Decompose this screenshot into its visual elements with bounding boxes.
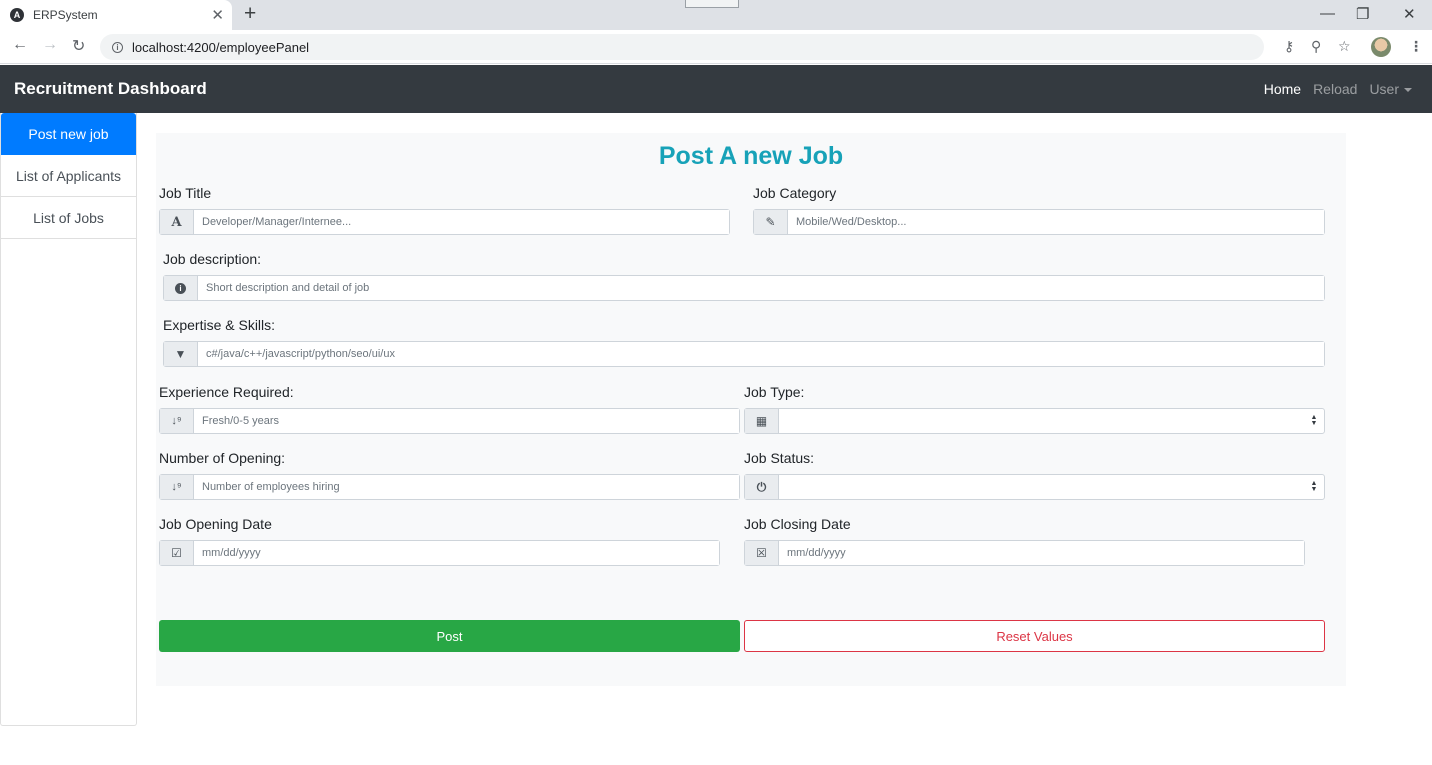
post-job-form: Post A new Job Job Title A Job Category …	[156, 133, 1346, 686]
opening-date-label: Job Opening Date	[159, 516, 272, 532]
calendar-x-icon: ☒	[745, 541, 779, 565]
reload-icon[interactable]: ↻	[72, 36, 85, 56]
expertise-group: ▼	[163, 341, 1325, 367]
job-status-select[interactable]	[779, 475, 1304, 499]
sidebar: Post new job List of Applicants List of …	[0, 113, 137, 726]
address-bar[interactable]: i localhost:4200/employeePanel	[100, 34, 1264, 60]
page-title: Post A new Job	[658, 142, 844, 170]
expertise-label: Expertise & Skills:	[163, 317, 276, 333]
window-drag-handle[interactable]	[685, 0, 739, 8]
job-description-label: Job description:	[163, 251, 262, 267]
maximize-icon[interactable]: ❐	[1356, 5, 1369, 23]
opening-date-group: ☑ mm/dd/yyyy	[159, 540, 720, 566]
font-icon: A	[160, 210, 194, 234]
job-description-input[interactable]	[198, 276, 1324, 300]
job-type-group: ▦ ▲ ▼	[744, 408, 1325, 434]
sort-numeric-icon: ↓⁹	[160, 475, 194, 499]
closing-date-placeholder: mm/dd/yyyy	[787, 547, 846, 559]
openings-group: ↓⁹	[159, 474, 740, 500]
post-button[interactable]: Post	[159, 620, 740, 652]
star-icon[interactable]: ☆	[1338, 38, 1351, 55]
job-title-input[interactable]	[194, 210, 729, 234]
job-description-group: i	[163, 275, 1325, 301]
forward-arrow-icon[interactable]: →	[42, 36, 58, 54]
nav-user-dropdown[interactable]: User	[1369, 81, 1412, 97]
job-status-label: Job Status:	[744, 450, 815, 466]
job-category-label: Job Category	[753, 185, 837, 201]
power-icon: ⏻	[745, 475, 779, 499]
experience-group: ↓⁹	[159, 408, 740, 434]
nav-reload-link[interactable]: Reload	[1313, 81, 1357, 97]
browser-toolbar: ← → ↻ i localhost:4200/employeePanel ⚷ ⚲…	[0, 30, 1432, 64]
tab-title: ERPSystem	[33, 8, 98, 22]
sort-numeric-icon: ↓⁹	[160, 409, 194, 433]
closing-date-group: ☒ mm/dd/yyyy	[744, 540, 1305, 566]
browser-tabstrip: A ERPSystem ✕ + — ❐ ✕	[0, 0, 1432, 30]
url-text: localhost:4200/employeePanel	[132, 39, 310, 55]
brand-title[interactable]: Recruitment Dashboard	[14, 79, 207, 99]
job-status-group: ⏻ ▲ ▼	[744, 474, 1325, 500]
expertise-input[interactable]	[198, 342, 1324, 366]
calendar-check-icon: ☑	[160, 541, 194, 565]
sidebar-item-post-new-job[interactable]: Post new job	[1, 113, 136, 155]
experience-input[interactable]	[194, 409, 739, 433]
more-vert-icon[interactable]: ⋮	[1409, 38, 1423, 55]
caret-down-icon	[1404, 88, 1412, 93]
nav-home-link[interactable]: Home	[1264, 81, 1301, 97]
info-icon[interactable]: i	[112, 41, 123, 53]
close-window-icon[interactable]: ✕	[1403, 5, 1416, 23]
job-title-group: A	[159, 209, 730, 235]
info-circle-icon: i	[164, 276, 198, 300]
avatar[interactable]	[1371, 37, 1391, 57]
job-title-label: Job Title	[159, 185, 212, 201]
job-type-select[interactable]	[779, 409, 1304, 433]
closing-date-input[interactable]: mm/dd/yyyy	[779, 541, 1304, 565]
reset-values-button[interactable]: Reset Values	[744, 620, 1325, 652]
plus-icon[interactable]: +	[244, 2, 256, 26]
app-navbar: Recruitment Dashboard Home Reload User	[0, 65, 1432, 113]
nav-user-label: User	[1369, 81, 1399, 97]
closing-date-label: Job Closing Date	[744, 516, 851, 532]
openings-input[interactable]	[194, 475, 739, 499]
back-arrow-icon[interactable]: ←	[12, 36, 28, 54]
openings-label: Number of Opening:	[159, 450, 286, 466]
select-arrows-icon: ▲ ▼	[1310, 414, 1318, 427]
calendar-icon: ▦	[745, 409, 779, 433]
browser-tab[interactable]: A ERPSystem ✕	[0, 0, 232, 30]
opening-date-input[interactable]: mm/dd/yyyy	[194, 541, 719, 565]
edit-icon: ✎	[754, 210, 788, 234]
zoom-icon[interactable]: ⚲	[1311, 38, 1321, 55]
experience-label: Experience Required:	[159, 384, 294, 400]
filter-icon: ▼	[164, 342, 198, 366]
minimize-icon[interactable]: —	[1320, 5, 1335, 22]
job-category-group: ✎	[753, 209, 1325, 235]
key-icon[interactable]: ⚷	[1284, 38, 1294, 55]
sidebar-item-list-of-jobs[interactable]: List of Jobs	[1, 197, 136, 239]
navbar-links: Home Reload User	[1264, 65, 1412, 113]
job-type-label: Job Type:	[744, 384, 805, 400]
sidebar-item-list-of-applicants[interactable]: List of Applicants	[1, 155, 136, 197]
job-category-input[interactable]	[788, 210, 1324, 234]
angular-favicon: A	[10, 8, 24, 22]
select-arrows-icon: ▲ ▼	[1310, 480, 1318, 493]
opening-date-placeholder: mm/dd/yyyy	[202, 547, 261, 559]
close-icon[interactable]: ✕	[211, 6, 224, 24]
